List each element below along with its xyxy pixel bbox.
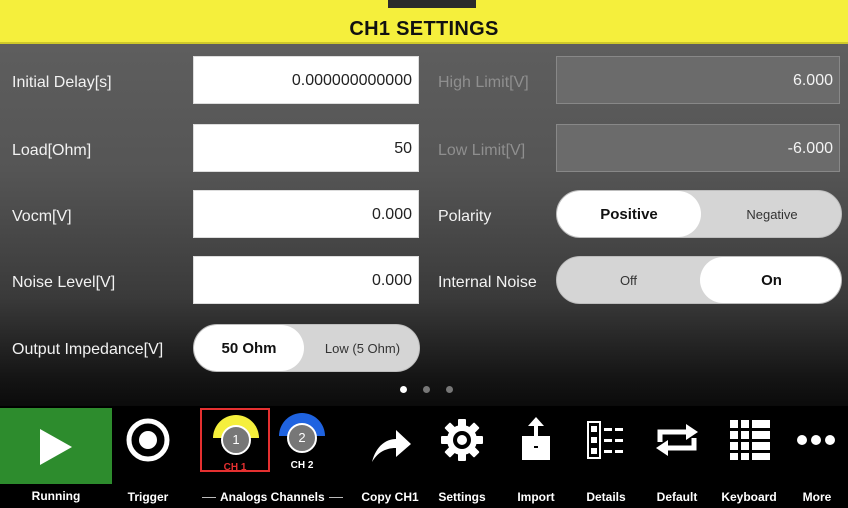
initial-delay-label: Initial Delay[s] xyxy=(12,74,112,91)
channel-1-number: 1 xyxy=(232,432,240,447)
details-button[interactable]: Details xyxy=(572,408,640,508)
more-button[interactable]: More xyxy=(786,408,848,508)
channel-2-number: 2 xyxy=(298,430,306,445)
trigger-icon xyxy=(126,418,170,462)
keyboard-label: Keyboard xyxy=(721,490,777,504)
polarity-option-positive[interactable]: Positive xyxy=(557,191,701,237)
channel-2-button[interactable]: 2 CH 2 xyxy=(272,408,342,472)
channel-1-button[interactable]: 1 CH 1 xyxy=(200,408,270,473)
vocm-label: Vocm[V] xyxy=(12,208,72,225)
noise-level-label: Noise Level[V] xyxy=(12,274,116,291)
output-impedance-label: Output Impedance[V] xyxy=(12,341,164,358)
details-label: Details xyxy=(586,490,626,504)
page-dot[interactable] xyxy=(446,386,453,393)
polarity-option-negative[interactable]: Negative xyxy=(701,191,841,237)
copy-ch1-label: Copy CH1 xyxy=(361,490,419,504)
drag-handle[interactable] xyxy=(388,0,476,8)
internal-noise-option-off[interactable]: Off xyxy=(557,257,700,303)
internal-noise-toggle[interactable]: Off On xyxy=(556,256,842,304)
settings-label: Settings xyxy=(438,490,486,504)
upload-icon xyxy=(522,417,550,460)
copy-ch1-button[interactable]: Copy CH1 xyxy=(352,408,428,508)
output-impedance-option-low[interactable]: Low (5 Ohm) xyxy=(304,325,419,371)
bottom-toolbar: Running Trigger 1 CH 1 2 CH 2 Analogs Ch… xyxy=(0,408,848,508)
share-arrow-icon xyxy=(372,430,411,462)
page-dot[interactable] xyxy=(423,386,430,393)
page-title: CH1 SETTINGS xyxy=(349,18,499,40)
internal-noise-label: Internal Noise xyxy=(438,274,537,291)
output-impedance-option-50ohm[interactable]: 50 Ohm xyxy=(194,325,304,371)
import-button[interactable]: Import xyxy=(500,408,572,508)
running-label: Running xyxy=(0,484,112,508)
more-dots-icon xyxy=(797,435,835,445)
low-limit-label: Low Limit[V] xyxy=(438,142,526,159)
details-list-icon xyxy=(587,421,623,459)
running-button[interactable]: Running xyxy=(0,408,112,508)
keyboard-grid-icon xyxy=(730,420,770,460)
noise-level-field[interactable]: 0.000 xyxy=(193,256,419,304)
output-impedance-toggle[interactable]: 50 Ohm Low (5 Ohm) xyxy=(193,324,420,372)
page-dot-active[interactable] xyxy=(400,386,407,393)
channel-2-label: CH 2 xyxy=(290,460,314,471)
default-label: Default xyxy=(656,490,698,504)
header-bar: CH1 SETTINGS xyxy=(0,0,848,44)
polarity-toggle[interactable]: Positive Negative xyxy=(556,190,842,238)
initial-delay-field[interactable]: 0.000000000000 xyxy=(193,56,419,104)
keyboard-button[interactable]: Keyboard xyxy=(714,408,784,508)
high-limit-field: 6.000 xyxy=(556,56,840,104)
channel-1-label: CH 1 xyxy=(223,462,247,473)
internal-noise-option-on[interactable]: On xyxy=(700,257,841,303)
low-limit-field: -6.000 xyxy=(556,124,840,172)
high-limit-label: High Limit[V] xyxy=(438,74,529,91)
trigger-button[interactable]: Trigger xyxy=(112,408,184,508)
polarity-label: Polarity xyxy=(438,208,492,225)
settings-button[interactable]: Settings xyxy=(428,408,496,508)
trigger-label: Trigger xyxy=(127,490,169,504)
import-label: Import xyxy=(517,490,555,504)
play-icon xyxy=(40,429,72,465)
default-button[interactable]: Default xyxy=(640,408,714,508)
page-indicator[interactable] xyxy=(400,386,453,393)
analog-channels-label: Analogs Channels xyxy=(198,490,344,504)
gear-icon xyxy=(441,419,483,461)
more-label: More xyxy=(802,490,832,504)
load-label: Load[Ohm] xyxy=(12,142,92,159)
load-field[interactable]: 50 xyxy=(193,124,419,172)
settings-panel: Initial Delay[s] 0.000000000000 Load[Ohm… xyxy=(0,44,848,406)
vocm-field[interactable]: 0.000 xyxy=(193,190,419,238)
repeat-icon xyxy=(656,424,698,456)
